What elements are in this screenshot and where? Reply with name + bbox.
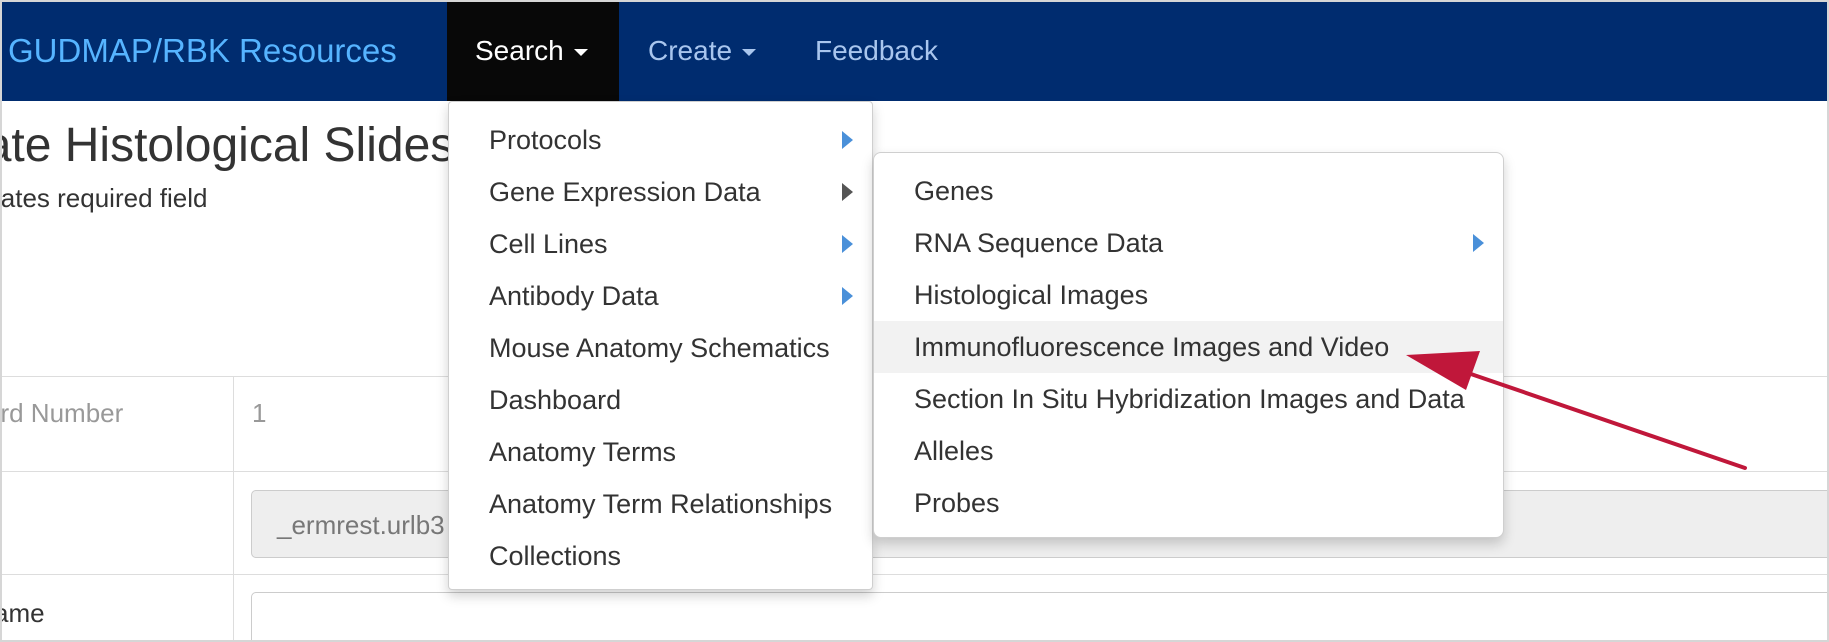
menu-item-collections[interactable]: Collections bbox=[449, 530, 872, 582]
top-navbar: GUDMAP/RBK Resources Search Create Feedb… bbox=[0, 0, 1829, 101]
brand-link[interactable]: GUDMAP/RBK Resources bbox=[8, 0, 397, 101]
menu-item-mouse-anatomy-schematics[interactable]: Mouse Anatomy Schematics bbox=[449, 322, 872, 374]
caret-right-icon bbox=[1473, 234, 1484, 252]
caret-right-icon bbox=[842, 235, 853, 253]
required-field-note: icates required field bbox=[0, 183, 208, 213]
column-divider bbox=[233, 376, 234, 642]
menu-item-anatomy-term-relationships[interactable]: Anatomy Term Relationships bbox=[449, 478, 872, 530]
caret-right-icon bbox=[842, 287, 853, 305]
menu-item-anatomy-terms[interactable]: Anatomy Terms bbox=[449, 426, 872, 478]
create-menu-label: Create bbox=[648, 35, 733, 66]
menu-item-dashboard[interactable]: Dashboard bbox=[449, 374, 872, 426]
table-divider bbox=[0, 574, 1829, 575]
record-number-label: ord Number bbox=[0, 398, 124, 428]
submenu-item-rna-sequence-data[interactable]: RNA Sequence Data bbox=[874, 217, 1503, 269]
menu-item-cell-lines[interactable]: Cell Lines bbox=[449, 218, 872, 270]
page-title: eate Histological Slides bbox=[0, 119, 455, 172]
search-menu-toggle[interactable]: Search bbox=[447, 0, 619, 101]
menu-item-label: Antibody Data bbox=[489, 281, 659, 311]
create-menu-toggle[interactable]: Create bbox=[648, 0, 757, 101]
submenu-item-section-in-situ-hybridization[interactable]: Section In Situ Hybridization Images and… bbox=[874, 373, 1503, 425]
submenu-item-immunofluorescence-images-and-video[interactable]: Immunofluorescence Images and Video bbox=[874, 321, 1503, 373]
menu-item-gene-expression-data[interactable]: Gene Expression Data bbox=[449, 166, 872, 218]
menu-item-antibody-data[interactable]: Antibody Data bbox=[449, 270, 872, 322]
name-label: ame bbox=[0, 598, 45, 628]
search-menu-label: Search bbox=[475, 35, 564, 66]
record-number-value: 1 bbox=[252, 398, 267, 428]
caret-right-icon bbox=[842, 183, 853, 201]
caret-right-icon bbox=[842, 131, 853, 149]
submenu-item-alleles[interactable]: Alleles bbox=[874, 425, 1503, 477]
name-input[interactable] bbox=[251, 592, 1829, 642]
search-dropdown-menu: Protocols Gene Expression Data Cell Line… bbox=[448, 101, 873, 590]
menu-item-label: Protocols bbox=[489, 125, 602, 155]
menu-item-protocols[interactable]: Protocols bbox=[449, 114, 872, 166]
caret-down-icon bbox=[573, 49, 588, 57]
caret-down-icon bbox=[742, 49, 757, 57]
submenu-item-probes[interactable]: Probes bbox=[874, 477, 1503, 529]
submenu-item-histological-images[interactable]: Histological Images bbox=[874, 269, 1503, 321]
menu-item-label: Cell Lines bbox=[489, 229, 608, 259]
gene-expression-submenu: Genes RNA Sequence Data Histological Ima… bbox=[873, 152, 1504, 538]
menu-item-label: RNA Sequence Data bbox=[914, 228, 1164, 258]
submenu-item-genes[interactable]: Genes bbox=[874, 165, 1503, 217]
feedback-link[interactable]: Feedback bbox=[815, 0, 938, 101]
menu-item-label: Gene Expression Data bbox=[489, 177, 761, 207]
